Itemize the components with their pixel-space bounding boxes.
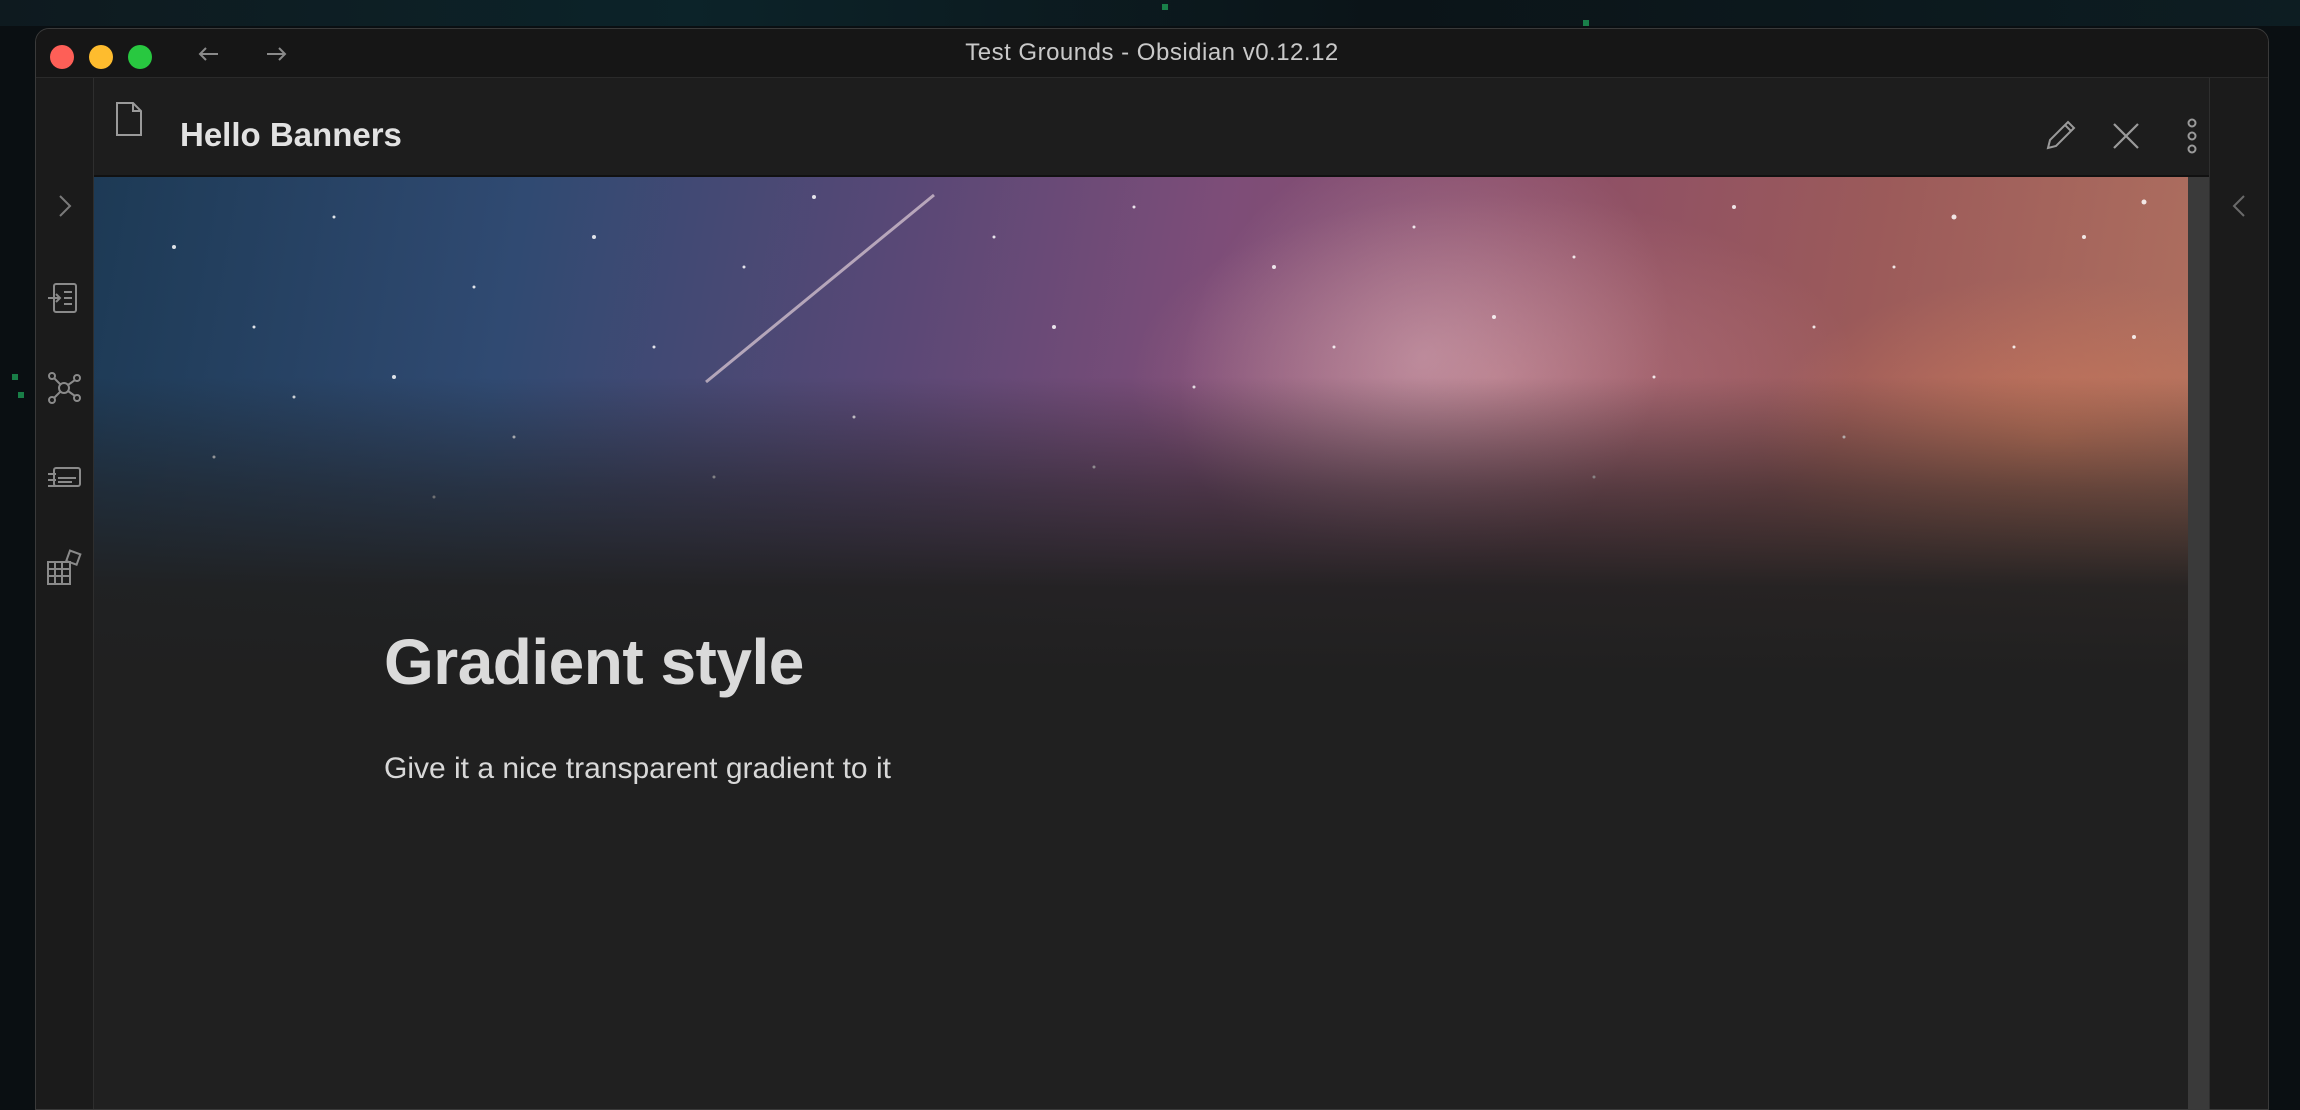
scrollbar[interactable]: [2188, 177, 2209, 1109]
desktop-pixel: [1162, 4, 1168, 10]
note-heading: Gradient style: [384, 626, 804, 698]
left-ribbon: [36, 78, 94, 1109]
more-options-icon[interactable]: [2174, 118, 2210, 154]
banner-gradient-fade: [94, 177, 2188, 677]
file-icon: [116, 102, 142, 136]
desktop-band: [0, 0, 2300, 26]
view-header: Hello Banners: [94, 78, 2209, 177]
desktop-pixel: [1583, 20, 1589, 26]
editor-pane: Hello Banners: [94, 78, 2209, 1109]
switcher-icon[interactable]: [44, 278, 84, 318]
right-sidebar-strip: [2209, 78, 2268, 1109]
note-title[interactable]: Hello Banners: [180, 118, 402, 151]
slides-icon[interactable]: [44, 458, 84, 498]
plugins-icon[interactable]: [44, 548, 84, 588]
note-paragraph: Give it a nice transparent gradient to i…: [384, 752, 891, 785]
graph-view-icon[interactable]: [44, 368, 84, 408]
collapse-right-sidebar-icon[interactable]: [2222, 186, 2256, 226]
title-bar: Test Grounds - Obsidian v0.12.12: [36, 29, 2268, 78]
desktop-pixel: [18, 392, 24, 398]
edit-icon[interactable]: [2042, 118, 2078, 154]
desktop-pixel: [12, 374, 18, 380]
app-window: Test Grounds - Obsidian v0.12.12 Hello B…: [35, 28, 2269, 1110]
expand-sidebar-icon[interactable]: [44, 186, 84, 226]
close-icon[interactable]: [2108, 118, 2144, 154]
banner-image: [94, 177, 2188, 677]
window-title: Test Grounds - Obsidian v0.12.12: [965, 39, 1339, 66]
